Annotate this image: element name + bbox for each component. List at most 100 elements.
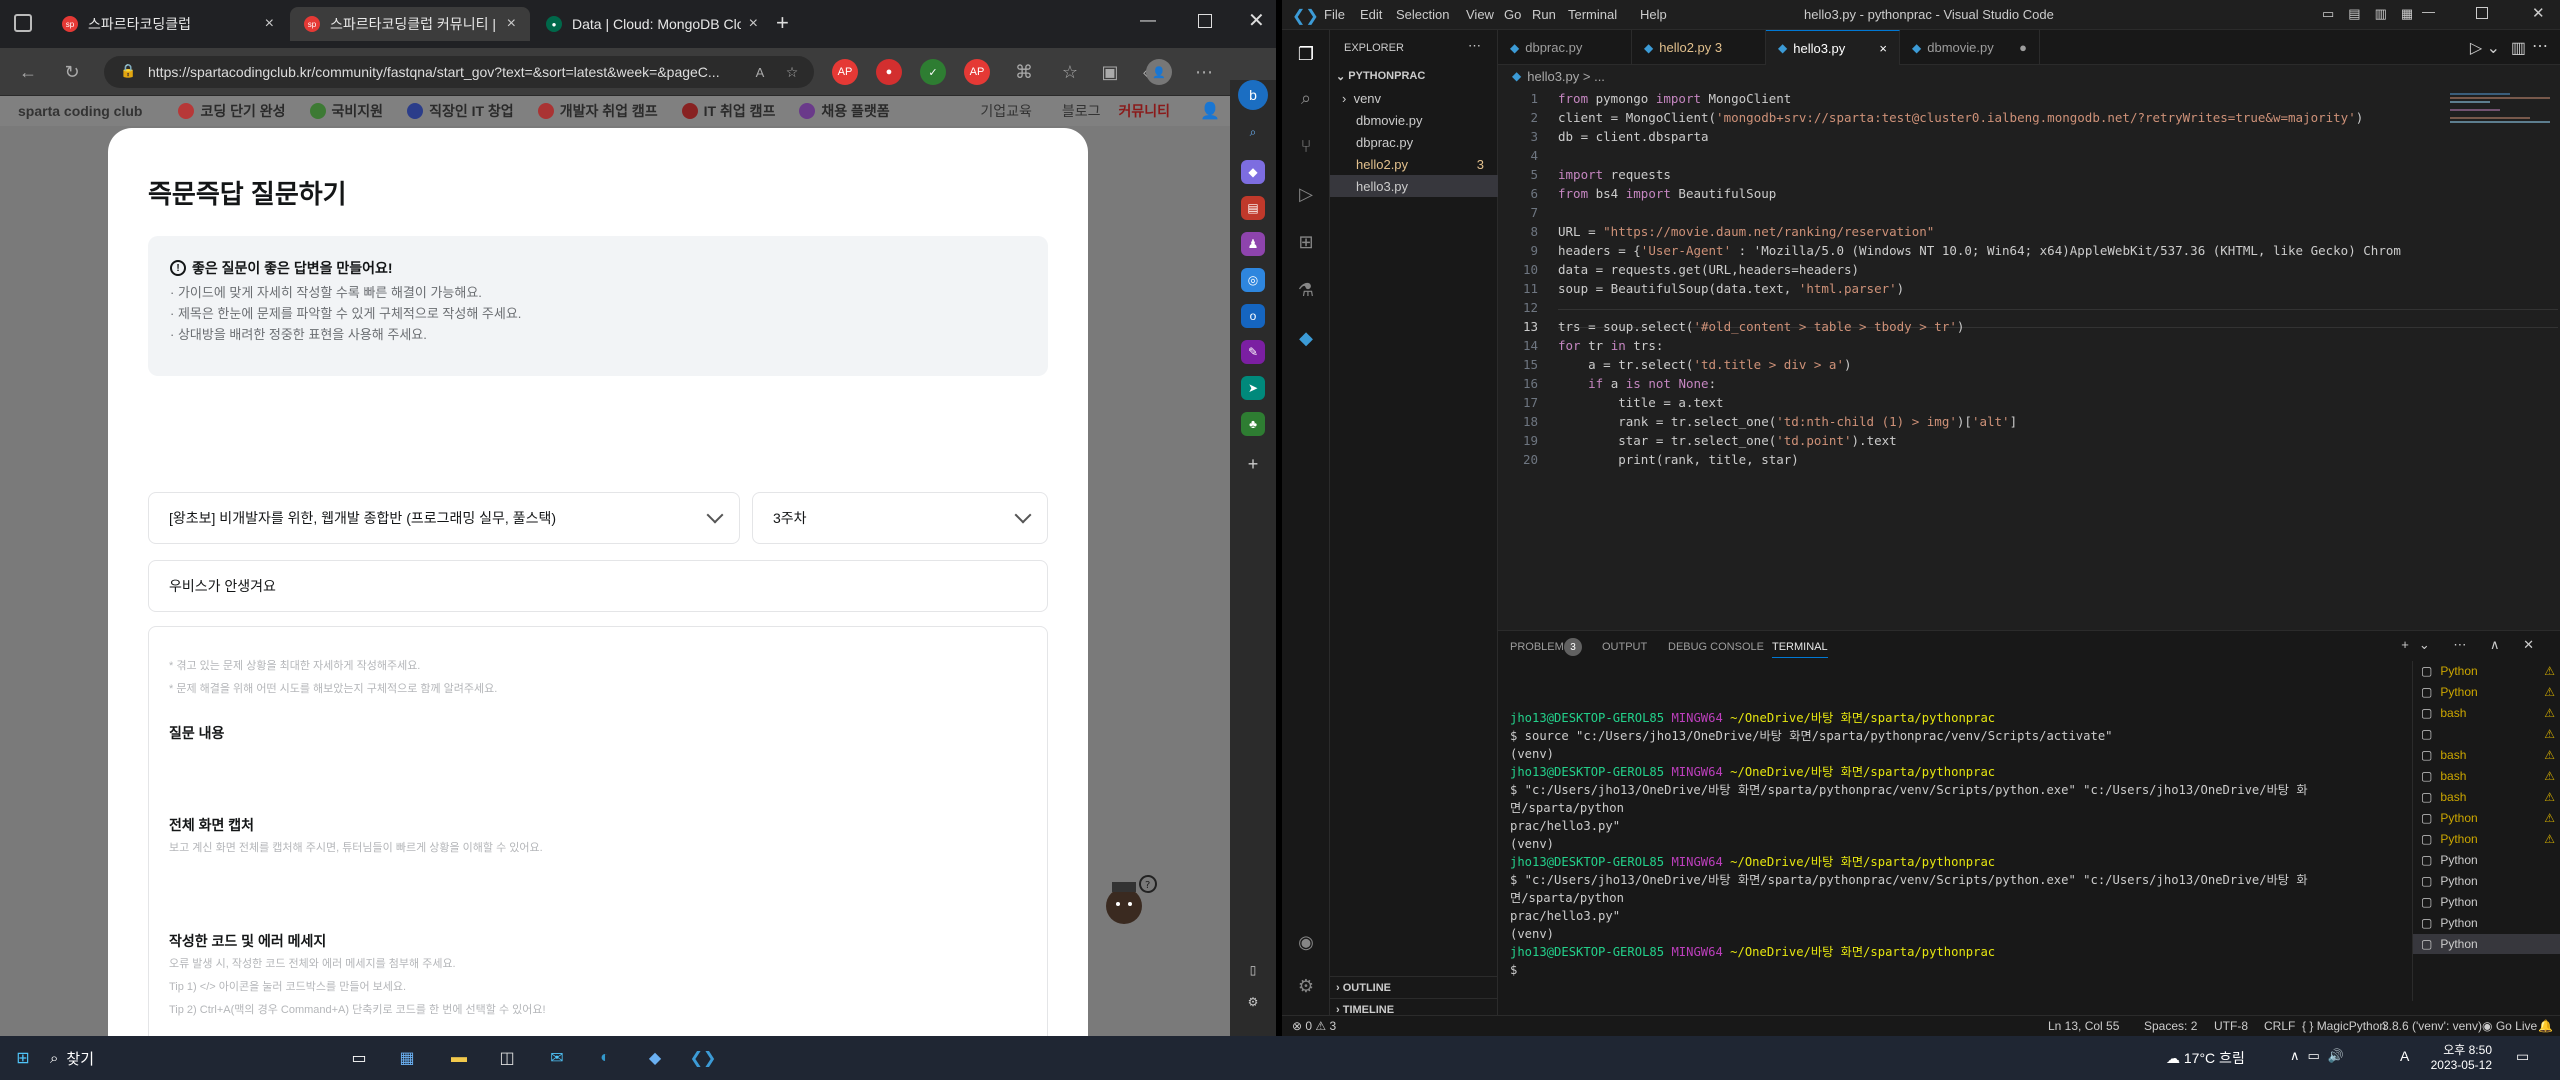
terminal-list-item[interactable]: ▢ Python [2413,850,2560,870]
task-view-icon[interactable]: ▭ [346,1045,372,1071]
question-editor[interactable]: * 겪고 있는 문제 상황을 최대한 자세하게 작성해주세요. * 문제 해결을… [148,626,1048,1036]
user-icon[interactable]: 👤 [1200,101,1220,121]
sparta-logo[interactable]: sparta coding club [18,103,142,119]
puzzle-icon[interactable]: ⌘ [1012,60,1036,84]
menu-edit[interactable]: Edit [1360,7,1382,22]
search-box[interactable]: ⌕ 찾기 [50,1042,350,1074]
maximize-icon[interactable] [1198,14,1212,28]
project-folder[interactable]: ⌄ PYTHONPRAC [1330,65,1498,87]
copilot-icon[interactable]: ◎ [1241,268,1265,292]
file-dbmovie[interactable]: dbmovie.py [1330,109,1498,131]
bing-icon[interactable]: b [1238,80,1268,110]
browser-tab-3[interactable]: ● Data | Cloud: MongoDB Cloud × [532,7,772,41]
nav-right-0[interactable]: 기업교육 [980,101,1032,121]
settings-gear-icon[interactable]: ⚙ [1241,990,1265,1014]
ime-indicator[interactable]: A [2400,1048,2409,1064]
favorite-add-icon[interactable]: ☆ [780,60,804,84]
more-menu-icon[interactable]: ⋯ [1192,60,1216,84]
minimize-icon[interactable]: — [2422,4,2435,19]
testing-icon[interactable]: ⚗ [1294,278,1318,302]
encoding[interactable]: UTF-8 [2214,1019,2248,1033]
nav-item-5[interactable]: 채용 플랫폼 [799,101,890,121]
terminal-list-item[interactable]: ▢ Python [2413,892,2560,912]
file-venv[interactable]: › venv [1330,87,1498,109]
extension-api2-icon[interactable]: AP [964,59,990,85]
menu-help[interactable]: Help [1640,7,1667,22]
search-icon[interactable]: ⌕ [1294,86,1318,110]
close-tab-icon[interactable]: × [749,15,758,33]
menu-run[interactable]: Run [1532,7,1556,22]
terminal-list-item[interactable]: ▢ Python ⚠ [2413,682,2560,702]
layout-icons[interactable]: ▭▤▥▦ [2322,6,2427,22]
week-select[interactable]: 3주차 [752,492,1048,544]
weather-widget[interactable]: ☁ 17°C 흐림 [2166,1048,2245,1068]
mascot-character-icon[interactable]: ? [1088,868,1160,932]
nav-right-2[interactable]: 커뮤니티 [1119,101,1171,121]
close-window-icon[interactable]: ✕ [1248,8,1265,33]
language-mode[interactable]: { } MagicPython [2302,1019,2386,1033]
python-interpreter[interactable]: 3.8.6 ('venv': venv) [2382,1019,2482,1033]
store-icon[interactable]: ◫ [494,1045,520,1071]
problems-status[interactable]: ⊗ 0 ⚠ 3 [1292,1019,1336,1033]
menu-view[interactable]: View [1466,7,1494,22]
outlook-icon[interactable]: o [1241,304,1265,328]
vscode-taskbar-icon[interactable]: ❮❯ [690,1045,717,1071]
close-tab-icon[interactable]: × [265,15,274,33]
terminal-list-item[interactable]: ▢ Python ⚠ [2413,808,2560,828]
split-editor-icon[interactable]: ▥ [2511,38,2526,58]
maximize-icon[interactable] [2476,7,2488,19]
clock[interactable]: 오후 8:50 2023-05-12 [2422,1041,2492,1072]
app-taskbar-icon[interactable]: ◆ [642,1045,668,1071]
notification-center-icon[interactable]: ▭ [2516,1048,2529,1065]
close-tab-icon[interactable]: × [1879,41,1887,56]
nav-item-0[interactable]: 코딩 단기 완성 [178,101,286,121]
tab-dbprac[interactable]: ◆ dbprac.py [1498,30,1632,65]
extension-api-icon[interactable]: AP [832,59,858,85]
close-window-icon[interactable]: ✕ [2532,4,2545,22]
nav-item-4[interactable]: IT 취업 캠프 [681,101,775,121]
search-icon[interactable]: ⌕ [1241,120,1265,144]
favorites-icon[interactable]: ☆ [1058,60,1082,84]
python-icon[interactable]: ◆ [1294,326,1318,350]
tag-icon[interactable]: ◆ [1241,160,1265,184]
source-control-icon[interactable]: ⑂ [1294,134,1318,158]
terminal-list-item[interactable]: ▢ bash ⚠ [2413,787,2560,807]
cursor-position[interactable]: Ln 13, Col 55 [2048,1019,2119,1033]
new-tab-icon[interactable]: + [776,10,789,36]
menu-selection[interactable]: Selection [1396,7,1449,22]
panel-tab-output[interactable]: OUTPUT [1602,641,1647,653]
extension-red-icon[interactable]: ● [876,59,902,85]
terminal-list-item[interactable]: ▢ bash ⚠ [2413,745,2560,765]
accounts-icon[interactable]: ◉ [1294,930,1318,954]
profile-avatar-icon[interactable]: 👤 [1146,59,1172,85]
menu-go[interactable]: Go [1504,7,1521,22]
terminal-list-item[interactable]: ▢ Python ⚠ [2413,829,2560,849]
breadcrumb[interactable]: ◆ hello3.py > ... [1498,65,2560,87]
file-explorer-icon[interactable]: ▬ [446,1045,472,1071]
panel-tab-terminal[interactable]: TERMINAL [1772,641,1828,658]
terminal-list-item[interactable]: ▢ ⚠ [2413,724,2560,744]
mail-icon[interactable]: ✉ [544,1045,570,1071]
close-tab-icon[interactable]: × [507,15,516,33]
panel-tab-debug-console[interactable]: DEBUG CONSOLE [1668,641,1764,653]
tab-actions-icon[interactable] [14,14,32,32]
terminal-list-item[interactable]: ▢ Python ⚠ [2413,661,2560,681]
tab-hello3[interactable]: ◆ hello3.py × [1766,30,1900,65]
widgets-icon[interactable]: ▦ [394,1045,420,1071]
terminal-list-item[interactable]: ▢ bash ⚠ [2413,703,2560,723]
edge-taskbar-icon[interactable]: ◐ [592,1045,618,1071]
refresh-icon[interactable]: ↻ [60,60,84,84]
minimize-icon[interactable]: — [1140,12,1156,30]
pen-icon[interactable]: ✎ [1241,340,1265,364]
run-debug-icon[interactable]: ▷ [1294,182,1318,206]
terminal-list-item[interactable]: ▢ Python [2413,913,2560,933]
line-ending[interactable]: CRLF [2264,1019,2295,1033]
browser-tab-2[interactable]: sp 스파르타코딩클럽 커뮤니티 | 스파 × [290,7,530,41]
nav-right-1[interactable]: 블로그 [1062,101,1101,121]
run-file-icon[interactable]: ▷ ⌄ [2470,38,2500,58]
minimap[interactable] [2450,87,2560,167]
toolbox-icon[interactable]: ▤ [1241,196,1265,220]
tab-dbmovie[interactable]: ◆ dbmovie.py ● [1900,30,2040,65]
nav-item-3[interactable]: 개발자 취업 캠프 [537,101,658,121]
files-icon[interactable]: ❐ [1294,42,1318,66]
